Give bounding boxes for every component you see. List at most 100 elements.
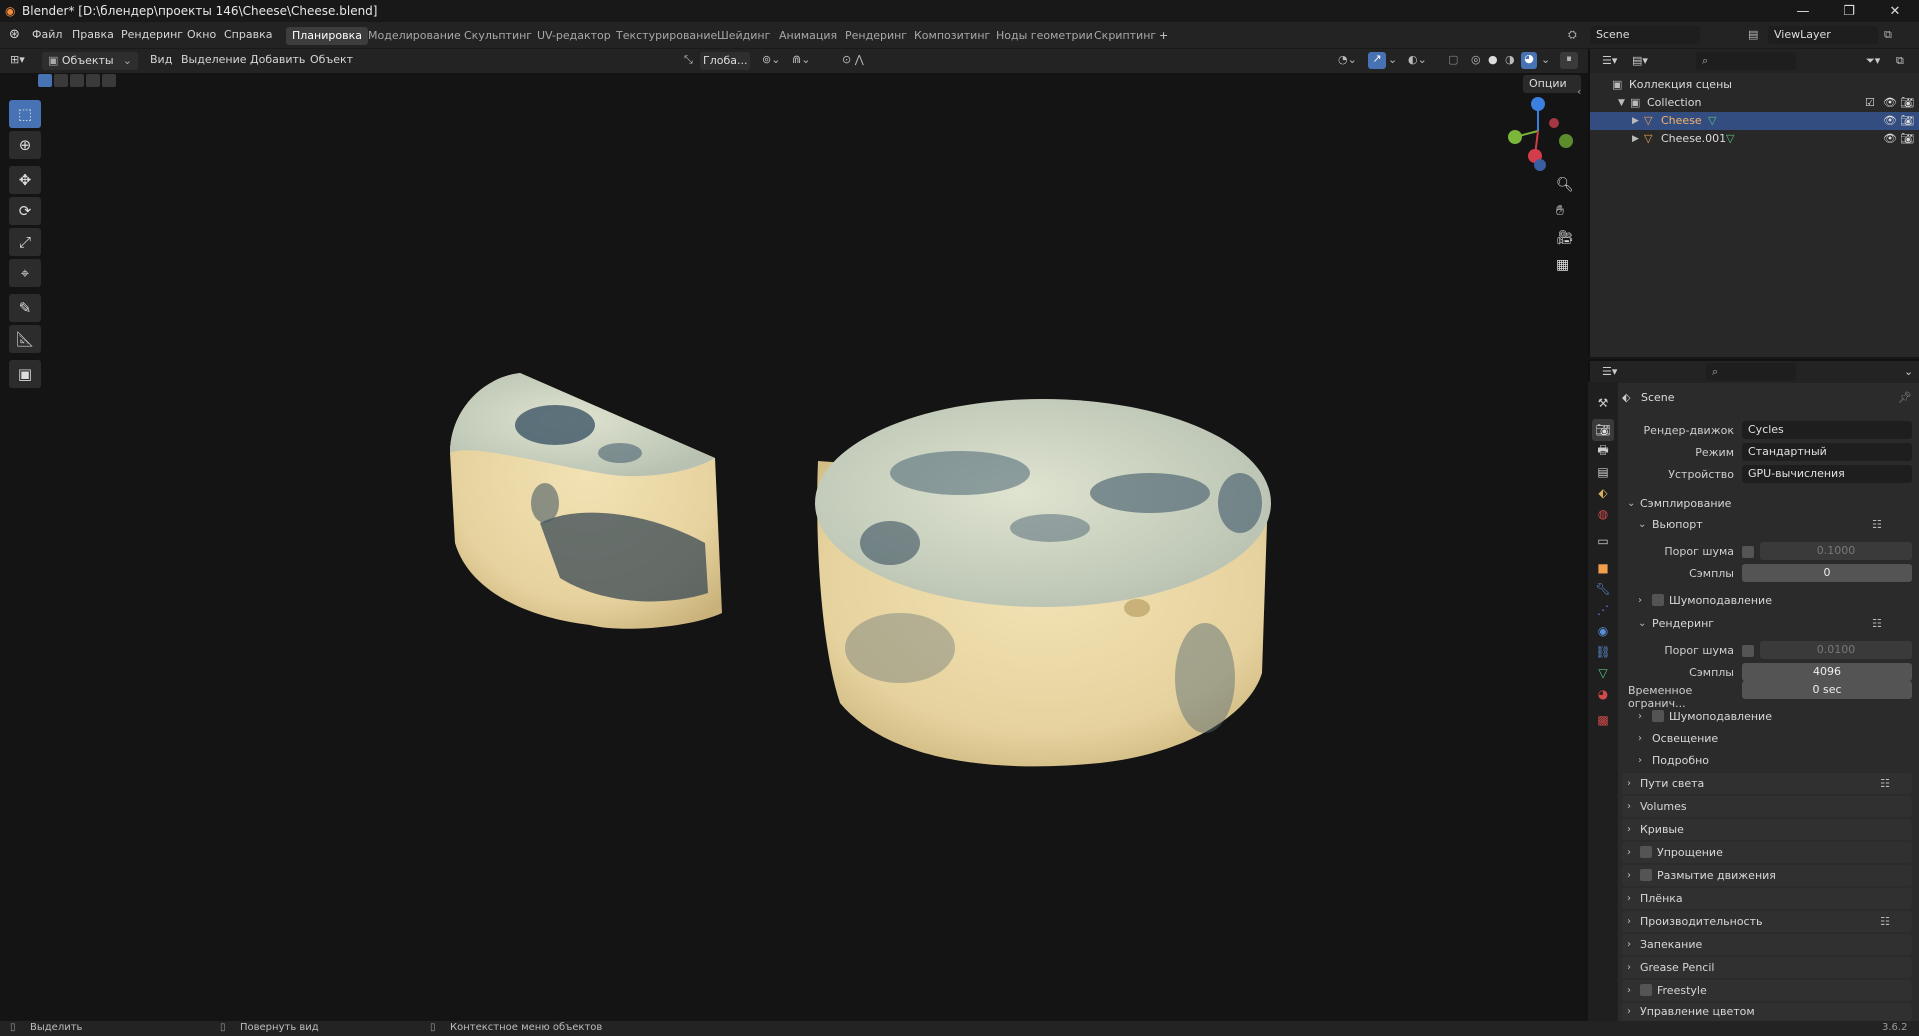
eye-icon[interactable]: 👁︎	[1883, 130, 1897, 148]
tab-animation[interactable]: Анимация	[773, 27, 843, 45]
presets-list-icon[interactable]: ☷	[1872, 617, 1882, 630]
mode-selector[interactable]: ▣ Объекты ⌄	[42, 52, 138, 70]
solid-shading-icon[interactable]: ●	[1488, 53, 1498, 66]
r-samples-field[interactable]: 4096	[1742, 663, 1912, 681]
mesh-data-icon[interactable]: ▽	[1708, 112, 1716, 130]
panel-volumes[interactable]: › Volumes	[1622, 796, 1912, 817]
presets-list-icon[interactable]: ☷	[1880, 773, 1890, 794]
hand-pan-icon[interactable]: ✋︎	[1556, 203, 1564, 219]
panel-sampling[interactable]: ⌄ Сэмплирование	[1622, 493, 1912, 514]
cursor-tool-icon[interactable]: ⊕	[9, 131, 41, 159]
properties-editor-type-icon[interactable]: ☰▾	[1602, 365, 1617, 378]
vp-denoise-checkbox[interactable]	[1652, 594, 1664, 606]
expand-arrow-icon[interactable]: ▼	[1618, 94, 1625, 112]
close-button[interactable]: ✕	[1872, 0, 1918, 22]
time-limit-field[interactable]: 0 sec	[1742, 681, 1912, 699]
subpanel-viewport[interactable]: ⌄ Вьюпорт	[1636, 515, 1906, 535]
r-noise-threshold-field[interactable]: 0.0100	[1760, 641, 1912, 659]
tab-compositing[interactable]: Композитинг	[908, 27, 996, 45]
new-viewlayer-icon[interactable]: ⧉	[1884, 28, 1892, 42]
outliner-row-cheese-001[interactable]: ▶ ▽ Cheese.001 ▽ 👁︎ 📷︎	[1590, 130, 1919, 148]
expand-arrow-icon[interactable]: ▶	[1632, 130, 1639, 148]
eye-icon[interactable]: 👁︎	[1883, 94, 1897, 112]
menu-render[interactable]: Рендеринг	[121, 28, 183, 41]
scene-selector[interactable]: Scene	[1590, 26, 1700, 44]
annotate-tool-icon[interactable]: ✎	[9, 294, 41, 322]
collection-tab-icon[interactable]: ▭	[1592, 530, 1614, 552]
panel-performance[interactable]: › Производительность ☷	[1622, 911, 1912, 932]
constraints-tab-icon[interactable]: ⛓︎	[1592, 641, 1614, 663]
subpanel-vp-denoise[interactable]: › Шумоподавление	[1636, 591, 1906, 611]
panel-curves[interactable]: › Кривые	[1622, 819, 1912, 840]
sidebar-toggle-icon[interactable]: ‹	[1577, 85, 1581, 98]
material-tab-icon[interactable]: ◕	[1592, 683, 1614, 705]
shading-dropdown-icon[interactable]: ⌄	[1541, 53, 1550, 66]
menu-select[interactable]: Выделение	[181, 53, 247, 66]
rotate-tool-icon[interactable]: ⟳	[9, 197, 41, 225]
menu-object[interactable]: Объект	[310, 53, 353, 66]
subpanel-advanced[interactable]: › Подробно	[1636, 751, 1906, 771]
camera-view-icon[interactable]: 🎥︎	[1556, 230, 1574, 246]
render-engine-dropdown[interactable]: Cycles	[1742, 421, 1912, 439]
panel-bake[interactable]: › Запекание	[1622, 934, 1912, 955]
outliner-row-cheese[interactable]: ▶ ▽ Cheese ▽ 👁︎ 📷︎	[1590, 112, 1919, 130]
vp-samples-field[interactable]: 0	[1742, 564, 1912, 582]
tab-sculpting[interactable]: Скульптинг	[458, 27, 538, 45]
cheese-wheel[interactable]	[815, 399, 1271, 767]
properties-search-input[interactable]: ⌕	[1706, 363, 1796, 381]
outliner-row-scene-collection[interactable]: ▣ Коллекция сцены	[1590, 76, 1919, 94]
menu-help[interactable]: Справка	[224, 28, 272, 41]
panel-grease-pencil[interactable]: › Grease Pencil	[1622, 957, 1912, 978]
zoom-icon[interactable]: 🔍︎	[1556, 177, 1574, 193]
navigation-gizmo[interactable]	[1498, 93, 1578, 173]
outliner-search-input[interactable]: ⌕	[1696, 52, 1796, 70]
wireframe-shading-icon[interactable]: ◎	[1471, 53, 1481, 66]
visibility-icon[interactable]: ◔⌄	[1338, 53, 1357, 66]
add-cube-tool-icon[interactable]: ▣	[9, 360, 41, 388]
r-noise-checkbox[interactable]	[1742, 645, 1754, 657]
mode-dropdown[interactable]: Стандартный	[1742, 443, 1912, 461]
expand-arrow-icon[interactable]: ▶	[1632, 112, 1639, 130]
render-tab-icon[interactable]: 📷︎	[1592, 419, 1614, 441]
scene-tab-icon[interactable]: ⬖	[1592, 482, 1614, 504]
particles-tab-icon[interactable]: ⋰	[1592, 599, 1614, 621]
editor-type-icon[interactable]: ⊞▾	[10, 53, 25, 66]
transform-orientation-selector[interactable]: Глоба...	[700, 52, 750, 70]
r-denoise-checkbox[interactable]	[1652, 710, 1664, 722]
camera-render-icon[interactable]: 📷︎	[1900, 112, 1914, 130]
tab-shading[interactable]: Шейдинг	[711, 27, 776, 45]
object-tab-icon[interactable]: ■	[1592, 557, 1614, 579]
exclude-checkbox-icon[interactable]: ☑	[1865, 94, 1875, 112]
select-box-tool-icon[interactable]: ⬚	[9, 100, 41, 128]
minimize-button[interactable]: —	[1780, 0, 1826, 22]
camera-render-icon[interactable]: 📷︎	[1900, 130, 1914, 148]
simplify-checkbox[interactable]	[1640, 846, 1652, 858]
pin-icon[interactable]: 📌︎	[1898, 391, 1912, 404]
subpanel-r-denoise[interactable]: › Шумоподавление	[1636, 707, 1906, 727]
snap-icon[interactable]: ⋒⌄	[792, 53, 810, 66]
overlay-icon[interactable]: ◐⌄	[1408, 53, 1427, 66]
panel-light-paths[interactable]: › Пути света ☷	[1622, 773, 1912, 794]
move-tool-icon[interactable]: ✥	[9, 166, 41, 194]
outliner-editor-type-icon[interactable]: ☰▾	[1602, 54, 1617, 67]
filter-icon[interactable]: ⏷▾	[1866, 54, 1880, 68]
output-tab-icon[interactable]: 🖶︎	[1592, 440, 1614, 462]
tab-rendering[interactable]: Рендеринг	[839, 27, 913, 45]
panel-color-management[interactable]: › Управление цветом	[1622, 1003, 1912, 1021]
gizmo-toggle-icon[interactable]: ↗	[1368, 52, 1386, 69]
tab-geometry-nodes[interactable]: Ноды геометрии	[990, 27, 1099, 45]
measure-tool-icon[interactable]: 📐︎	[9, 325, 41, 353]
vp-noise-threshold-field[interactable]: 0.1000	[1760, 542, 1912, 560]
menu-edit[interactable]: Правка	[72, 28, 114, 41]
world-tab-icon[interactable]: ◍	[1592, 503, 1614, 525]
modifier-tab-icon[interactable]: 🔧︎	[1592, 578, 1614, 600]
properties-options-icon[interactable]: ⌄	[1904, 365, 1913, 378]
texture-tab-icon[interactable]: ▩	[1592, 709, 1614, 731]
blender-menu-icon[interactable]: ⊛	[9, 27, 20, 42]
tab-layout[interactable]: Планировка	[286, 27, 368, 45]
subpanel-render[interactable]: ⌄ Рендеринг	[1636, 614, 1906, 634]
tab-scripting[interactable]: Скриптинг	[1088, 27, 1162, 45]
transform-tool-icon[interactable]: ⌖	[9, 259, 41, 287]
presets-list-icon[interactable]: ☷	[1872, 518, 1882, 531]
panel-simplify[interactable]: › Упрощение	[1622, 842, 1912, 863]
